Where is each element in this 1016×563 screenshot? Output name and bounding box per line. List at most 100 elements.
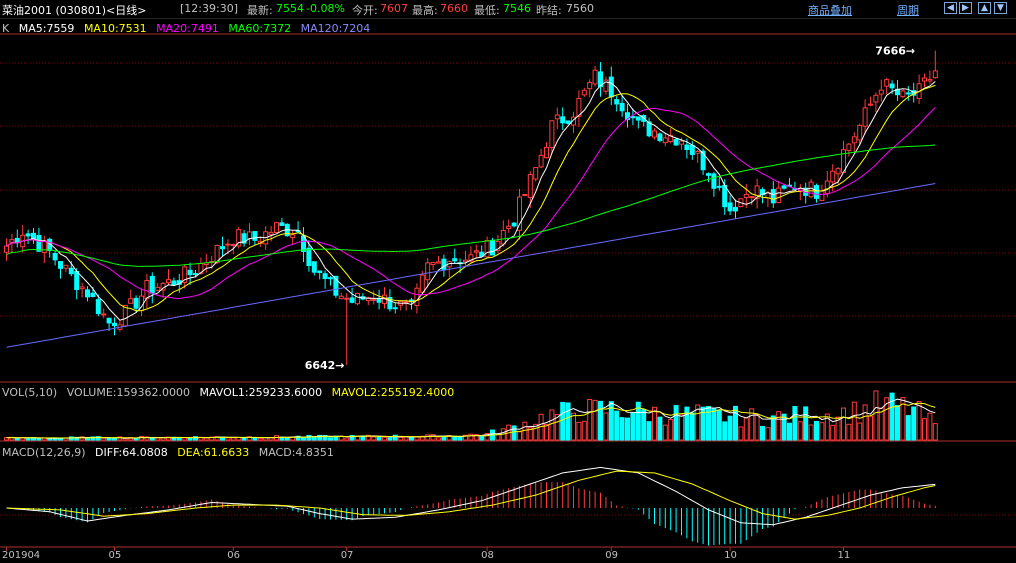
- candle-body: [554, 114, 560, 120]
- candle: [128, 289, 134, 304]
- macd-panel: [6, 466, 936, 546]
- volume-bar: [905, 415, 911, 441]
- candle: [797, 184, 803, 201]
- candle-body: [868, 103, 873, 106]
- candle-body: [311, 261, 317, 273]
- candle: [862, 99, 868, 135]
- candle-body: [149, 275, 155, 294]
- candle-body: [419, 274, 425, 293]
- candle: [506, 219, 512, 233]
- candle-body: [673, 139, 679, 146]
- candle: [63, 264, 69, 273]
- candle-body: [846, 143, 852, 151]
- volume-bar: [85, 438, 90, 441]
- price-panel: 7666→ 6642→: [4, 45, 938, 372]
- candle-body: [684, 144, 690, 151]
- candle-body: [619, 102, 625, 112]
- candle-body: [414, 287, 420, 306]
- candle-body: [743, 194, 749, 198]
- volume-bar: [689, 412, 695, 441]
- volume-bar: [657, 416, 663, 441]
- volume-bar: [754, 414, 760, 441]
- candle-body: [144, 280, 150, 300]
- volume-bar: [911, 406, 917, 441]
- volume-bar: [792, 406, 798, 441]
- candle: [322, 270, 328, 289]
- candle: [522, 194, 528, 197]
- volume-bar: [101, 437, 107, 441]
- candle: [133, 295, 139, 312]
- candle: [317, 270, 323, 280]
- volume-bar: [787, 422, 792, 441]
- candle-body: [290, 234, 296, 239]
- candle-body: [862, 107, 868, 127]
- volume-bar: [797, 421, 803, 441]
- volume-bar: [851, 401, 857, 441]
- candle: [14, 229, 20, 248]
- candle: [58, 261, 63, 279]
- candle-body: [851, 136, 857, 144]
- candle-body: [819, 190, 825, 201]
- candle-body: [522, 194, 528, 197]
- volume-bar: [630, 412, 636, 441]
- volume-bar: [436, 437, 441, 441]
- candle: [338, 292, 344, 300]
- candle: [155, 282, 161, 292]
- candle: [47, 237, 53, 258]
- volume-bar: [868, 415, 873, 441]
- candle-body: [166, 279, 171, 284]
- volume-bar: [711, 408, 717, 441]
- volume-bar: [846, 423, 852, 441]
- x-tick-label: 05: [109, 550, 122, 561]
- volume-bar: [398, 436, 404, 441]
- candle-body: [9, 239, 15, 243]
- volume-bar: [257, 437, 263, 441]
- candle: [328, 276, 333, 286]
- candle-body: [695, 151, 701, 154]
- candle: [247, 223, 252, 246]
- candle-body: [230, 243, 236, 246]
- candle: [241, 229, 247, 247]
- volume-bar: [122, 438, 128, 441]
- candle-body: [781, 185, 787, 189]
- candle-body: [371, 298, 377, 301]
- candle-body: [338, 295, 344, 300]
- volume-bar: [684, 406, 690, 441]
- volume-bar: [592, 399, 598, 441]
- candle-body: [630, 116, 636, 119]
- candle: [716, 176, 722, 191]
- volume-bar: [679, 414, 684, 441]
- candle: [311, 261, 317, 276]
- volume-bar: [106, 437, 112, 441]
- candle: [398, 300, 404, 311]
- volume-bar: [182, 437, 188, 441]
- volume-bar: [916, 401, 922, 441]
- candle: [733, 199, 738, 219]
- volume-bar: [284, 437, 290, 441]
- volume-bar: [452, 436, 458, 441]
- volume-bar: [495, 434, 501, 441]
- ma20-line: [6, 107, 936, 300]
- candle-body: [635, 116, 641, 121]
- kline-chart[interactable]: 7666→ 6642→ 201904 05 06 07 08 09 10 11: [0, 0, 1016, 563]
- candle: [517, 188, 522, 240]
- candle: [868, 96, 873, 107]
- candle: [149, 272, 155, 304]
- candle: [787, 178, 792, 187]
- candle: [376, 289, 382, 310]
- candle: [873, 92, 879, 112]
- volume-bar: [187, 437, 193, 441]
- candle: [79, 282, 85, 298]
- volume-bar: [619, 417, 625, 441]
- volume-bar: [409, 436, 414, 441]
- candle-body: [36, 235, 42, 252]
- volume-bar: [457, 436, 463, 441]
- volume-bar: [668, 419, 674, 441]
- volume-bar: [862, 404, 868, 441]
- volume-bar: [770, 415, 776, 441]
- volume-bar: [814, 420, 819, 441]
- candle-body: [52, 252, 58, 261]
- volume-bar: [722, 421, 728, 441]
- volume-bar: [425, 434, 431, 441]
- volume-bar: [625, 417, 630, 441]
